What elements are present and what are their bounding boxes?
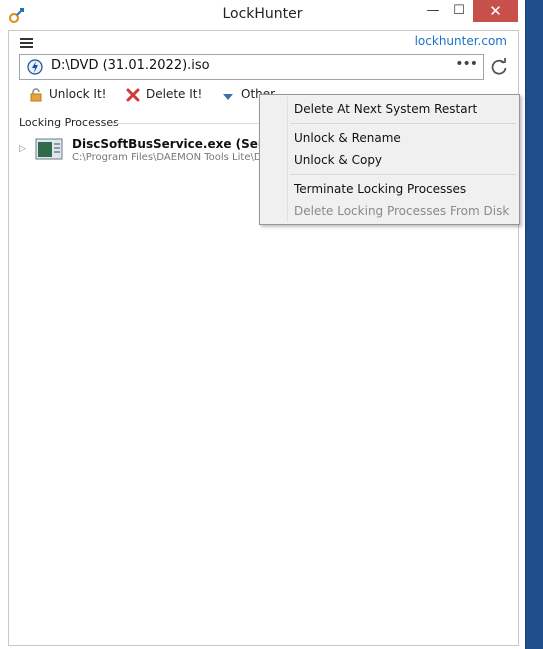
unlock-icon xyxy=(30,88,42,102)
menu-item-delete-at-restart[interactable]: Delete At Next System Restart xyxy=(294,102,477,116)
maximize-button[interactable]: ☐ xyxy=(446,0,472,22)
menu-separator xyxy=(290,123,516,124)
expander-arrow-icon[interactable]: ▷ xyxy=(19,144,26,154)
dropdown-arrow-icon xyxy=(223,94,233,100)
path-field[interactable]: D:\DVD (31.01.2022).iso ••• xyxy=(19,54,484,80)
process-icon xyxy=(35,138,63,160)
process-path: C:\Program Files\DAEMON Tools Lite\Dis xyxy=(72,152,262,163)
website-link[interactable]: lockhunter.com xyxy=(415,34,507,48)
lightning-disk-icon xyxy=(27,59,43,75)
delete-x-icon xyxy=(126,88,140,102)
other-context-menu: Delete At Next System Restart Unlock & R… xyxy=(259,94,520,225)
menu-separator xyxy=(290,174,516,175)
menu-item-unlock-copy[interactable]: Unlock & Copy xyxy=(294,153,382,167)
locking-processes-header: Locking Processes xyxy=(19,116,119,129)
process-name: DiscSoftBusService.exe (Service: xyxy=(72,137,262,151)
delete-button[interactable]: Delete It! xyxy=(126,87,202,105)
lockhunter-window: LockHunter — ☐ ✕ lockhunter.com D:\DVD (… xyxy=(0,0,526,649)
minimize-button[interactable]: — xyxy=(420,0,446,22)
path-value: D:\DVD (31.01.2022).iso xyxy=(51,58,210,73)
refresh-icon[interactable] xyxy=(489,57,509,77)
menu-gutter xyxy=(287,97,288,222)
unlock-label: Unlock It! xyxy=(49,87,107,101)
close-button[interactable]: ✕ xyxy=(473,0,518,22)
delete-label: Delete It! xyxy=(146,87,203,101)
hamburger-menu-icon[interactable] xyxy=(20,36,33,50)
unlock-button[interactable]: Unlock It! xyxy=(29,87,109,105)
title-bar: LockHunter — ☐ ✕ xyxy=(0,0,525,30)
menu-item-delete-processes-from-disk: Delete Locking Processes From Disk xyxy=(294,204,510,218)
browse-dots-icon[interactable]: ••• xyxy=(455,56,478,72)
menu-item-unlock-rename[interactable]: Unlock & Rename xyxy=(294,131,401,145)
menu-item-terminate-processes[interactable]: Terminate Locking Processes xyxy=(294,182,466,196)
